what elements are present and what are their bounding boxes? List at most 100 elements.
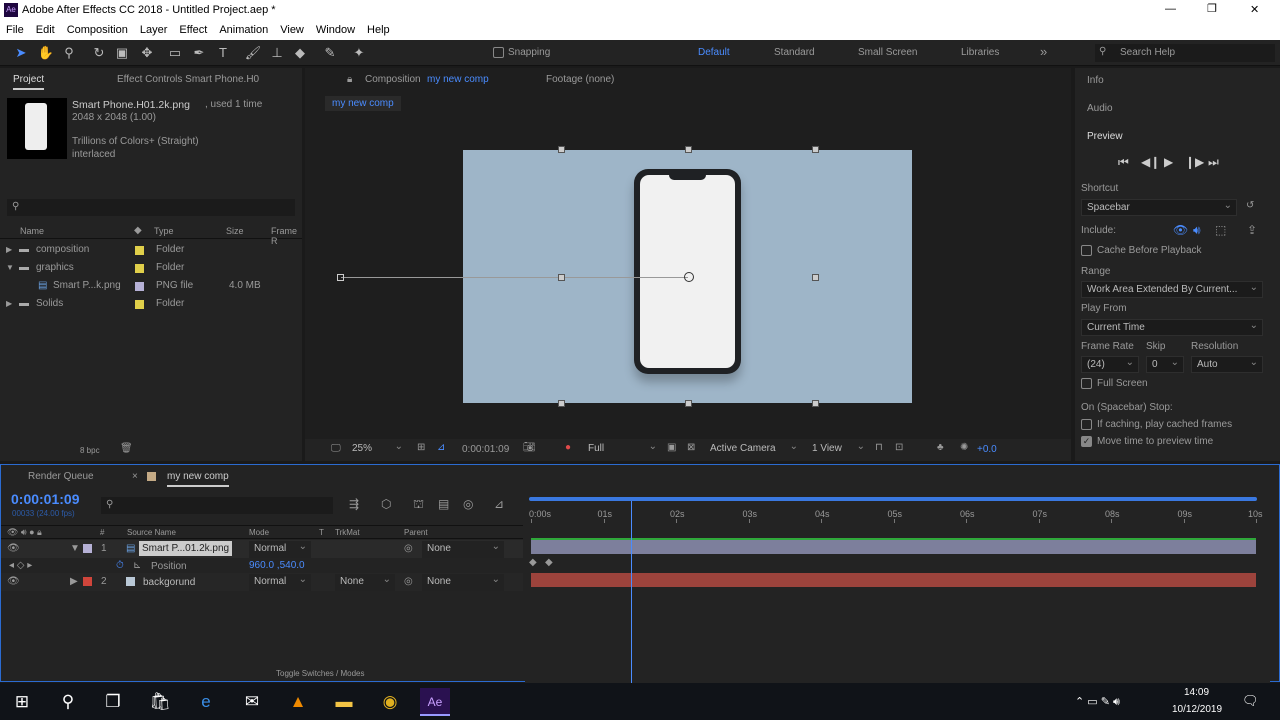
tab-preview[interactable]: Preview [1087, 131, 1123, 142]
snapshot-icon[interactable]: 📷︎ [523, 442, 536, 453]
tab-composition-name[interactable]: my new comp [427, 74, 489, 85]
menu-help[interactable]: Help [361, 20, 396, 40]
menu-edit[interactable]: Edit [30, 20, 61, 40]
snapping-checkbox[interactable] [493, 47, 504, 58]
mail-icon[interactable]: ✉ [238, 688, 266, 716]
puppet-tool-icon[interactable]: ✦ [350, 44, 368, 62]
timeline-graph[interactable]: 0:00s 01s 02s 03s 04s 05s 06s 07s 08s 09s 10s ◆ ◆ [525, 493, 1270, 683]
shortcut-dropdown[interactable]: Spacebar [1081, 198, 1237, 216]
skip-dropdown[interactable]: 0 [1146, 355, 1184, 373]
tab-my-new-comp[interactable]: my new comp [167, 471, 229, 487]
layer-mode-dropdown[interactable]: Normal [249, 572, 311, 591]
rectangle-tool-icon[interactable]: ▭ [166, 44, 184, 62]
resolution-dropdown[interactable]: Auto [1191, 355, 1263, 373]
file-explorer-icon[interactable]: ▬ [330, 688, 358, 716]
reset-icon[interactable]: ↺ [1246, 200, 1254, 211]
more-workspaces-button[interactable]: » [1040, 44, 1047, 59]
layer-handle[interactable] [812, 274, 819, 281]
view-layout-dropdown[interactable]: 1 View [807, 439, 869, 458]
motion-path-keyframe[interactable] [337, 274, 344, 281]
type-tool-icon[interactable]: T [214, 44, 232, 62]
workspace-libraries[interactable]: Libraries [961, 47, 999, 58]
layer-handle[interactable] [558, 146, 565, 153]
layer-search-input[interactable]: ⚲ [101, 497, 333, 514]
notifications-icon[interactable]: 🗨︎ [1242, 693, 1259, 709]
menu-window[interactable]: Window [310, 20, 361, 40]
column-name[interactable]: Name [20, 226, 44, 236]
resolution-dropdown[interactable]: Full [583, 439, 661, 458]
tab-project[interactable]: Project [13, 74, 45, 90]
keyframe-icon[interactable]: ◆ [529, 557, 537, 568]
label-color[interactable] [135, 246, 144, 255]
clone-tool-icon[interactable]: ⊥ [268, 44, 286, 62]
maximize-button[interactable]: ❐ [1207, 2, 1217, 15]
timeline-current-time[interactable]: 0:00:01:09 [11, 491, 80, 507]
if-caching-checkbox[interactable] [1081, 419, 1092, 430]
channel-icon[interactable]: ● [565, 442, 571, 453]
zoom-tool-icon[interactable]: ⚲ [60, 44, 78, 62]
menu-composition[interactable]: Composition [61, 20, 134, 40]
store-icon[interactable]: 🛍︎ [146, 688, 174, 716]
layer-name[interactable]: Smart P...01.2k.png [139, 541, 233, 556]
expand-arrow-icon[interactable]: ▶ [6, 295, 12, 313]
eraser-tool-icon[interactable]: ◆ [291, 44, 309, 62]
toggle-transparency-icon[interactable]: ⊠ [687, 442, 695, 453]
workspace-default[interactable]: Default [698, 47, 730, 58]
export-icon[interactable]: ⇪ [1247, 223, 1257, 237]
layer-handle[interactable] [685, 146, 692, 153]
column-source-name[interactable]: Source Name [127, 528, 176, 537]
delete-icon[interactable]: 🗑 [120, 443, 133, 454]
range-dropdown[interactable]: Work Area Extended By Current... [1081, 280, 1263, 298]
current-time-indicator[interactable] [630, 501, 632, 683]
search-icon[interactable]: ⚲ [54, 688, 82, 716]
draft-3d-icon[interactable]: ⬡ [381, 497, 391, 511]
motion-blur-icon[interactable]: ◎ [463, 497, 473, 511]
project-item[interactable]: ▶ ▬ Solids Folder [0, 295, 302, 313]
layer-label-color[interactable] [83, 544, 92, 553]
layer-handle[interactable] [812, 146, 819, 153]
play-button[interactable]: ▶ [1164, 155, 1173, 169]
task-view-icon[interactable]: ❐ [99, 688, 127, 716]
menu-animation[interactable]: Animation [213, 20, 274, 40]
label-color[interactable] [135, 282, 144, 291]
bpc-button[interactable]: 8 bpc [80, 446, 100, 455]
layer-handle[interactable] [812, 400, 819, 407]
expand-arrow-icon[interactable]: ▶ [70, 573, 78, 591]
menu-effect[interactable]: Effect [173, 20, 213, 40]
layer-label-color[interactable] [83, 577, 92, 586]
start-button-icon[interactable]: ⊞ [8, 688, 36, 716]
fast-preview-icon[interactable]: ▣ [667, 442, 676, 453]
visibility-icon[interactable]: 👁︎ [7, 573, 20, 591]
layer-bar[interactable] [531, 573, 1256, 587]
frame-rate-dropdown[interactable]: (24) [1081, 355, 1139, 373]
rotate-tool-icon[interactable]: ↻ [90, 44, 108, 62]
close-button[interactable]: ✕ [1250, 3, 1259, 16]
system-tray-icons[interactable]: ⌃ ▭ ✎ 🔊︎ [1075, 695, 1120, 709]
flowchart-icon[interactable]: ♣ [937, 442, 944, 453]
layer-handle[interactable] [558, 400, 565, 407]
vlc-icon[interactable]: ▲ [284, 688, 312, 716]
exposure-icon[interactable]: ✺ [960, 442, 968, 453]
move-time-checkbox[interactable]: ✓ [1081, 436, 1092, 447]
frame-blending-icon[interactable]: ▤ [438, 497, 449, 511]
full-screen-checkbox[interactable] [1081, 378, 1092, 389]
column-type[interactable]: Type [154, 226, 174, 236]
layer-handle[interactable] [685, 400, 692, 407]
next-frame-button[interactable]: ❙▶ [1185, 155, 1204, 169]
label-color[interactable] [135, 300, 144, 309]
layer-row[interactable]: 👁︎ ▼ 1 ▤ Smart P...01.2k.png Normal ◎ No… [1, 539, 523, 558]
menu-file[interactable]: File [0, 20, 30, 40]
project-item[interactable]: ▶ ▬ composition Folder [0, 241, 302, 259]
roto-brush-icon[interactable]: ✎ [321, 44, 339, 62]
lock-icon[interactable]: 🔒︎ [347, 74, 352, 85]
include-overlays-icon[interactable]: ⬚ [1215, 223, 1226, 237]
minimize-button[interactable]: — [1165, 3, 1176, 15]
time-ruler[interactable]: 0:00s 01s 02s 03s 04s 05s 06s 07s 08s 09s 10s [525, 503, 1270, 523]
layer-bar[interactable] [531, 540, 1256, 554]
layer-name[interactable]: backgorund [143, 574, 195, 592]
project-item[interactable]: ▼ ▬ graphics Folder [0, 259, 302, 277]
last-frame-button[interactable]: ⏭ [1208, 155, 1219, 170]
pen-tool-icon[interactable]: ✒ [190, 44, 208, 62]
include-audio-icon[interactable]: 🔊︎ [1193, 223, 1201, 238]
project-item[interactable]: ▤ Smart P...k.png PNG file 4.0 MB [0, 277, 302, 295]
